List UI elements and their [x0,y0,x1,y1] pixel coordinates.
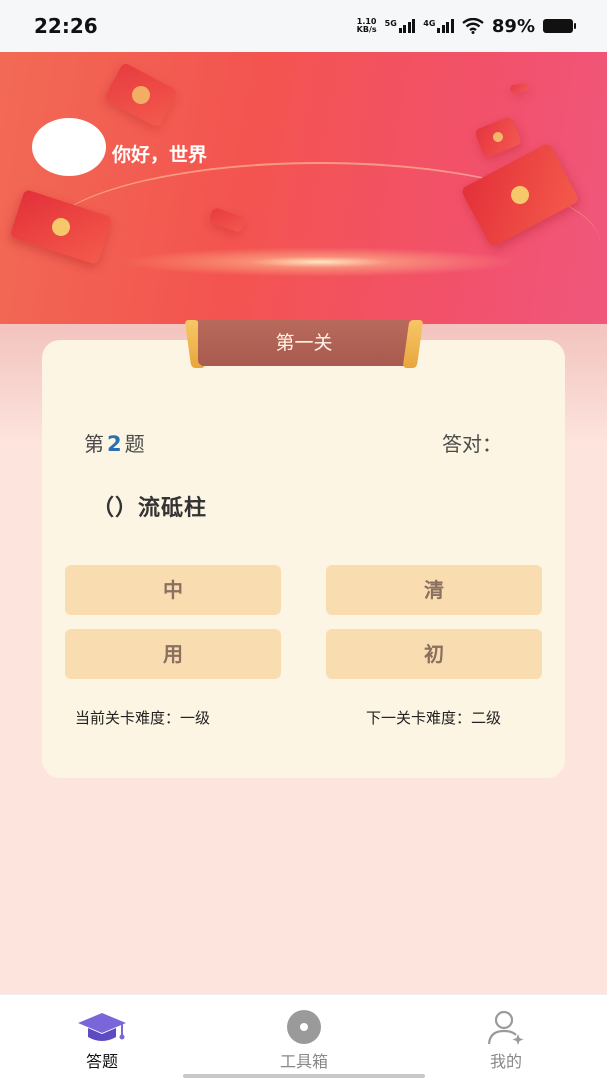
correct-count-label: 答对： [442,432,502,456]
question-text: （）流砥柱 [92,496,208,521]
option-button[interactable]: 初 [326,629,542,679]
nav-item-quiz[interactable]: 答题 [42,995,162,1081]
status-bar: 22:26 1.10 KB/s 5G 4G 89% [0,0,607,52]
greeting-text: 你好，世界 [112,144,208,166]
banner-glow-decoration [120,247,520,277]
status-icons: 1.10 KB/s 5G 4G 89% [357,15,576,37]
battery-percent: 89% [491,15,535,37]
battery-icon [543,19,576,33]
user-icon [487,1010,524,1045]
question-prefix: 第 [84,432,104,456]
level-title-tab: 第一关 [184,320,424,368]
red-envelope-icon [509,82,529,94]
question-number: 第2题 [84,428,145,457]
bottom-nav: 答题 工具箱 我的 [0,994,607,1081]
signal-5g-label: 5G [384,19,397,28]
signal-4g-icon: 4G [423,19,454,33]
red-envelope-icon [103,61,179,129]
question-number-value: 2 [107,432,122,456]
status-time: 22:26 [34,14,98,38]
wifi-icon [462,18,484,34]
current-difficulty: 当前关卡难度：一级 [75,709,211,727]
next-difficulty: 下一关卡难度：二级 [366,709,502,727]
level-title: 第一关 [275,332,333,354]
question-suffix: 题 [124,432,145,456]
nav-label-toolbox: 工具箱 [279,1052,328,1071]
signal-5g-icon: 5G [385,19,416,33]
option-button[interactable]: 中 [65,565,281,615]
avatar[interactable] [32,118,106,176]
graduation-cap-icon [78,1013,126,1041]
red-envelope-icon [473,115,523,159]
nav-item-mine[interactable]: 我的 [446,995,566,1081]
nav-label-mine: 我的 [489,1052,522,1071]
net-speed-unit: KB/s [356,25,377,34]
signal-4g-label: 4G [423,19,436,28]
disc-icon [287,1010,321,1044]
nav-item-toolbox[interactable]: 工具箱 [244,995,364,1081]
option-button[interactable]: 用 [65,629,281,679]
net-speed: 1.10 KB/s [357,18,377,34]
option-button[interactable]: 清 [326,565,542,615]
header-banner [0,52,607,324]
nav-label-quiz: 答题 [85,1052,118,1071]
home-indicator[interactable] [183,1074,425,1078]
